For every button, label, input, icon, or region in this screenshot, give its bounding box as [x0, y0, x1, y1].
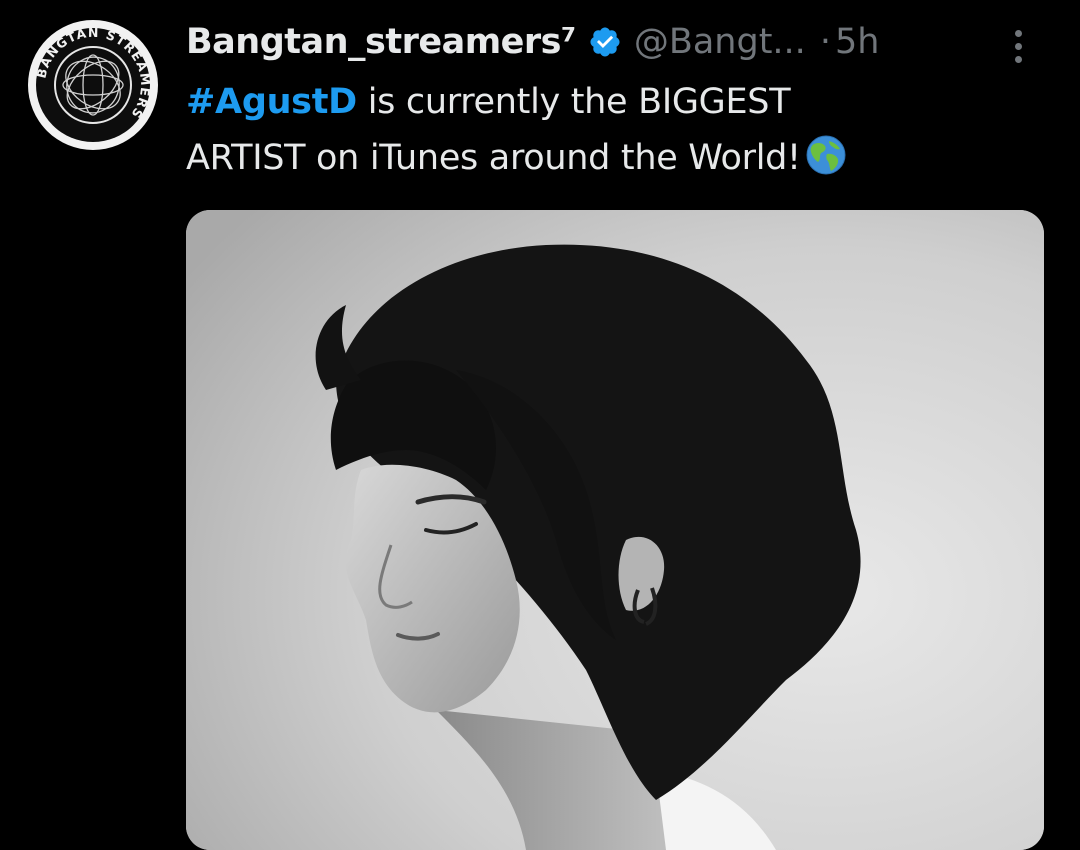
tweet-text-line1: is currently the BIGGEST	[356, 82, 791, 122]
tweet-media-photo[interactable]	[186, 210, 1044, 850]
more-icon[interactable]	[998, 22, 1038, 70]
bangtan-streamers-logo: BANGTAN STREAMERS	[30, 22, 156, 148]
portrait-photo	[186, 210, 1044, 850]
user-handle[interactable]: @Bangt...	[634, 22, 806, 62]
tweet-header: Bangtan_streamers⁷ @Bangt... · 5h	[186, 14, 879, 70]
tweet-text: #AgustD is currently the BIGGEST ARTIST …	[186, 74, 1046, 186]
more-dot	[1014, 29, 1022, 37]
timestamp[interactable]: 5h	[835, 22, 879, 62]
hashtag-link[interactable]: #AgustD	[186, 82, 357, 122]
more-dot	[1014, 55, 1022, 63]
verified-badge-icon[interactable]	[588, 25, 622, 59]
tweet-text-line2: ARTIST on iTunes around the World!	[186, 138, 801, 178]
avatar[interactable]: BANGTAN STREAMERS	[28, 20, 158, 150]
globe-icon	[805, 134, 847, 176]
display-name[interactable]: Bangtan_streamers⁷	[186, 22, 576, 62]
more-dot	[1014, 42, 1022, 50]
separator-dot: ·	[819, 22, 831, 62]
